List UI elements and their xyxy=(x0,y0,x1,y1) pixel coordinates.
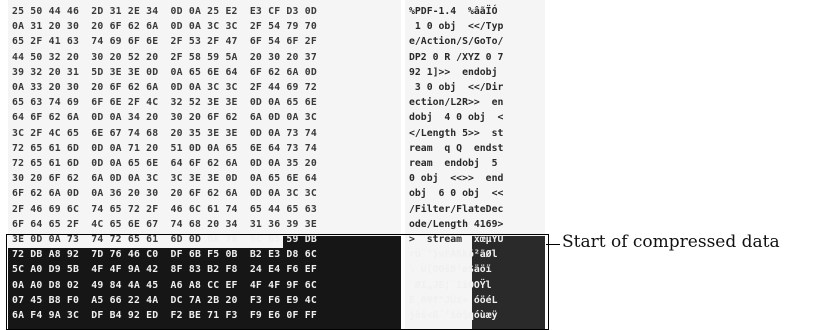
ascii-row: </Length 5>> st xyxy=(409,127,504,139)
ascii-row-compressed-part: xœµYÛ xyxy=(467,234,504,245)
hex-row: 6A F4 9A 3C DF B4 92 ED F2 BE 71 F3 F9 E… xyxy=(12,310,317,321)
hex-row: 72 DB A8 92 7D 76 46 C0 DF 6B F5 0B B2 E… xyxy=(12,249,317,261)
ascii-row: ream q Q endst xyxy=(409,142,504,154)
ascii-row: E¸ð¥f"JÜz+ óöéL xyxy=(409,294,498,306)
hex-row-plain-part: 3E 0D 0A 73 74 72 65 61 6D 0D xyxy=(12,234,208,245)
hex-row: 39 32 20 31 5D 3E 3E 0D 0A 65 6E 64 6F 6… xyxy=(12,66,317,78)
hex-row: 0A 31 20 30 20 6F 62 6A 0D 0A 3C 3C 2F 5… xyxy=(12,21,317,33)
ascii-row-plain-part: > stream xyxy=(409,234,468,245)
ascii-row: ection/L2R>> en xyxy=(409,97,504,109)
hex-row: 65 63 74 69 6F 6E 2F 4C 32 52 3E 3E 0D 0… xyxy=(12,97,317,109)
ascii-row: DP2 0 R /XYZ 0 7 xyxy=(409,51,504,63)
ascii-row: \ Ù[OOšB²ø$äöï xyxy=(409,264,492,276)
ascii-row: dobj 4 0 obj < xyxy=(409,112,504,124)
ascii-row: ream endobj 5 xyxy=(409,158,504,169)
hex-row: 44 50 32 20 30 20 52 20 2F 58 59 5A 20 3… xyxy=(12,51,317,63)
hex-row: 6F 64 65 2F 4C 65 6E 67 74 68 20 34 31 3… xyxy=(12,218,317,230)
ascii-row: e/Action/S/GoTo/ xyxy=(409,36,504,48)
hex-row: 25 50 44 46 2D 31 2E 34 0D 0A 25 E2 E3 C… xyxy=(12,6,317,17)
hex-row: 07 45 B8 F0 A5 66 22 4A DC 7A 2B 20 F3 F… xyxy=(12,294,317,306)
hex-row: 72 65 61 6D 0D 0A 71 20 51 0D 0A 65 6E 6… xyxy=(12,142,317,154)
hex-row: 30 20 6F 62 6A 0D 0A 3C 3C 3E 3E 0D 0A 6… xyxy=(12,173,317,185)
hex-row: 6F 62 6A 0D 0A 36 20 30 20 6F 62 6A 0D 0… xyxy=(12,188,317,200)
hex-row: 3C 2F 4C 65 6E 67 74 68 20 35 3E 3E 0D 0… xyxy=(12,127,317,139)
hex-row: 0A 33 20 30 20 6F 62 6A 0D 0A 3C 3C 2F 4… xyxy=(12,82,317,93)
ascii-row: obj 6 0 obj << xyxy=(409,188,504,200)
ascii-row: 0 obj <<>> end xyxy=(409,173,504,185)
ascii-row: 3 0 obj <</Dir xyxy=(409,82,504,93)
ascii-row: ØI„JE¦¨ÌïOOŸl xyxy=(409,279,492,291)
ascii-row: /Filter/FlateDec xyxy=(409,203,504,215)
hex-row: 3E 0D 0A 73 74 72 65 61 6D 0D 0A 78 9C B… xyxy=(12,232,317,247)
ascii-row: 1 0 obj <</Typ xyxy=(409,21,504,33)
ascii-row: > stream xœµYÛ xyxy=(409,232,503,247)
hex-row: 5C A0 D9 5B 4F 4F 9A 42 8F 83 B2 F8 24 E… xyxy=(12,264,317,276)
ascii-row: %PDF-1.4 %âãÏÓ xyxy=(409,6,498,17)
hex-row: 2F 46 69 6C 74 65 72 2F 46 6C 61 74 65 4… xyxy=(12,203,317,215)
hex-row: 65 2F 41 63 74 69 6F 6E 2F 53 2F 47 6F 5… xyxy=(12,36,317,48)
hex-row: 72 65 61 6D 0D 0A 65 6E 64 6F 62 6A 0D 0… xyxy=(12,158,317,169)
ascii-row: 92 1]>> endobj xyxy=(409,66,498,78)
ascii-row: jôš<ß´’íò¾qóùæÿ xyxy=(409,310,498,321)
annotation-pointer-line xyxy=(546,244,560,245)
hex-row-compressed-part: 0A 78 9C B5 59 DB xyxy=(207,234,317,245)
ascii-row: rÛ¨’}vFÀßkõ²ãØl xyxy=(409,249,498,261)
hex-row: 0A A0 D8 02 49 84 4A 45 A6 A8 CC EF 4F 4… xyxy=(12,279,317,291)
hex-row: 64 6F 62 6A 0D 0A 34 20 30 20 6F 62 6A 0… xyxy=(12,112,317,124)
ascii-row: ode/Length 4169> xyxy=(409,218,504,230)
annotation-label: Start of compressed data xyxy=(562,232,780,252)
